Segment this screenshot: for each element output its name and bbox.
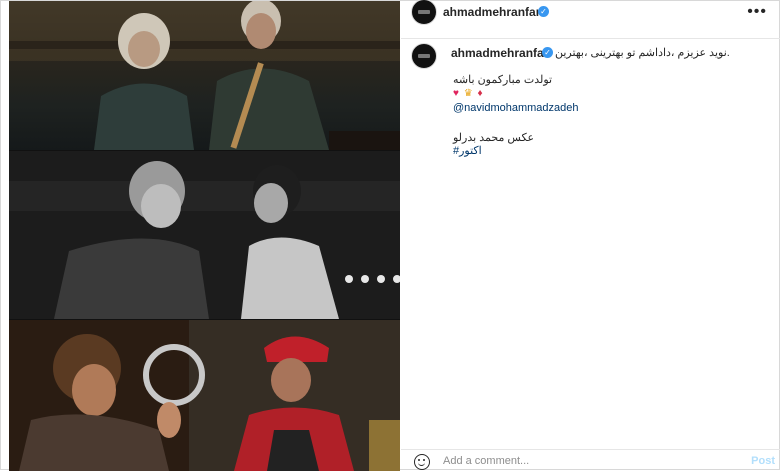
caption-line-1: .نوید عزیزم ،داداشم تو بهترینی ،بهترین — [555, 47, 730, 59]
rose-emoji-icon: ♦ — [477, 88, 483, 99]
avatar[interactable] — [411, 0, 437, 25]
film-still-black-white-two-men — [9, 151, 400, 319]
smiley-face-icon[interactable] — [414, 454, 430, 470]
heart-emoji-icon: ♥ — [453, 88, 459, 99]
caption-mention-link[interactable]: @navidmohammadzadeh — [453, 102, 579, 114]
caption-verified-badge-icon: ✓ — [542, 47, 553, 58]
caption-username[interactable]: ahmadmehranfar — [451, 46, 548, 60]
film-still-two-men-seated — [9, 1, 400, 150]
post-header: ahmadmehranfar ✓ ••• — [401, 0, 780, 39]
crown-emoji-icon: ♛ — [463, 88, 473, 99]
collage-panel-top — [9, 1, 400, 150]
caption-hashtag-link[interactable]: اکتور# — [453, 144, 482, 157]
comment-input[interactable] — [443, 453, 723, 469]
more-options-icon[interactable]: ••• — [747, 3, 767, 21]
post-comment-button[interactable]: Post — [751, 455, 775, 467]
caption-line-3: عکس محمد بدرلو — [453, 132, 535, 144]
comment-bar: Post — [401, 449, 780, 471]
header-username[interactable]: ahmadmehranfar — [443, 5, 540, 19]
verified-badge-icon: ✓ — [538, 6, 549, 17]
caption-emoji-row: ♥ ♛ ♦ — [453, 88, 485, 99]
film-still-color-stage-scene — [9, 320, 400, 471]
post-details-pane: ahmadmehranfar ✓ ••• ahmadmehranfar ✓ .ن… — [401, 0, 780, 471]
caption-line-2: تولدت مبارکمون باشه — [453, 74, 553, 86]
collage-panel-middle — [9, 151, 400, 319]
caption-avatar[interactable] — [411, 43, 437, 69]
collage-panel-bottom — [9, 320, 400, 471]
post-dialog: ahmadmehranfar ✓ ••• ahmadmehranfar ✓ .ن… — [0, 0, 780, 471]
post-image-collage[interactable] — [9, 1, 400, 471]
